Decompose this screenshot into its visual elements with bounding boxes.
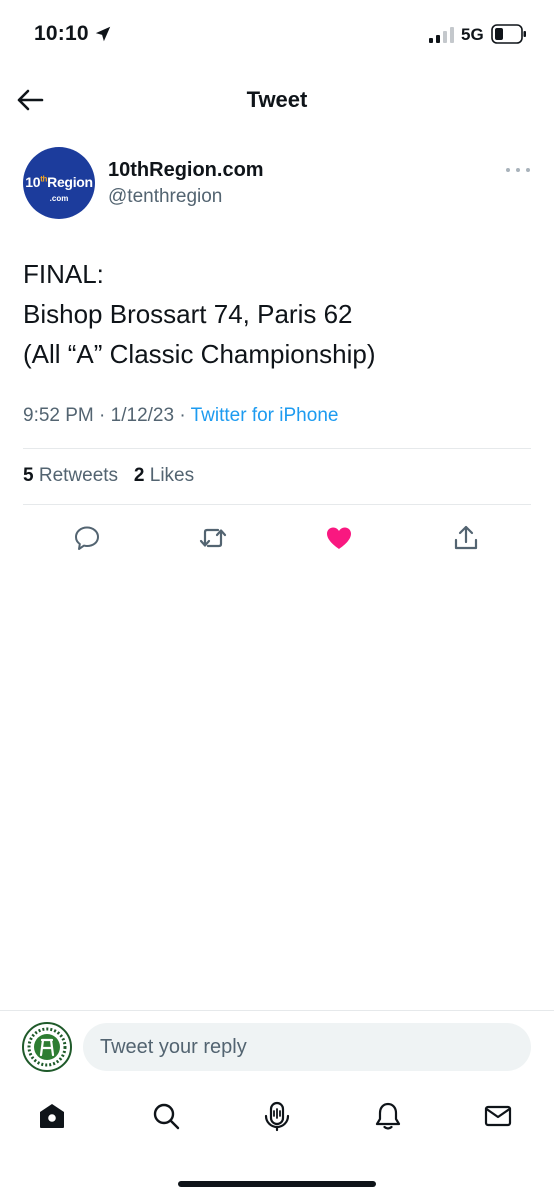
more-dot-icon (526, 168, 530, 172)
more-options-button[interactable] (506, 163, 530, 177)
tweet-text: FINAL: Bishop Brossart 74, Paris 62 (All… (23, 254, 533, 374)
tab-home[interactable] (32, 1096, 72, 1136)
microphone-icon (264, 1101, 290, 1132)
user-avatar[interactable] (22, 1022, 72, 1072)
likes-stat[interactable]: 2 Likes (134, 465, 194, 486)
tab-messages[interactable] (478, 1096, 518, 1136)
retweets-count: 5 (23, 465, 34, 486)
author-name[interactable]: 10thRegion.com (108, 159, 264, 182)
more-dot-icon (506, 168, 510, 172)
tweet-date: 1/12/23 (110, 405, 175, 426)
likes-label: Likes (149, 465, 195, 486)
status-bar: 10:10 5G (0, 0, 554, 72)
tweet-line: FINAL: (23, 259, 104, 289)
divider (23, 448, 531, 449)
tweet-time: 9:52 PM (23, 405, 94, 426)
signal-icon (429, 27, 454, 43)
engagement-stats: 5 Retweets 2 Likes (23, 465, 194, 487)
reply-button[interactable] (67, 518, 107, 558)
barstool-logo-icon (27, 1027, 67, 1067)
retweets-label: Retweets (38, 465, 119, 486)
tweet-line: (All “A” Classic Championship) (23, 339, 376, 369)
avatar-logo-sub: .com (49, 194, 69, 203)
tab-notifications[interactable] (368, 1096, 408, 1136)
network-label: 5G (461, 25, 484, 44)
home-indicator[interactable] (178, 1181, 376, 1187)
reply-divider (0, 1010, 554, 1011)
mail-icon (484, 1105, 512, 1127)
page-title: Tweet (246, 87, 308, 112)
top-nav-bar: Tweet (0, 72, 554, 128)
tweet-actions (0, 518, 554, 558)
likes-count: 2 (133, 465, 145, 486)
status-time: 10:10 (34, 22, 89, 45)
more-dot-icon (516, 168, 520, 172)
tweet-source-link[interactable]: Twitter for iPhone (191, 405, 339, 426)
home-icon (40, 1104, 64, 1128)
bell-icon (375, 1102, 401, 1130)
meta-separator: · (99, 405, 111, 426)
retweet-icon (199, 528, 227, 548)
chat-bubble-icon (75, 526, 99, 550)
reply-input[interactable] (83, 1023, 531, 1071)
meta-separator: · (179, 405, 191, 426)
search-icon (153, 1103, 180, 1130)
tweet-detail-screen: 10:10 5G Tweet 10thRegion .com 10thRegio (0, 0, 554, 1200)
share-button[interactable] (446, 518, 486, 558)
divider (23, 504, 531, 505)
tweet-meta: 9:52 PM · 1/12/23 · Twitter for iPhone (23, 405, 338, 427)
share-icon (454, 525, 478, 550)
retweet-button[interactable] (193, 518, 233, 558)
retweets-stat[interactable]: 5 Retweets (23, 465, 118, 486)
location-arrow-icon (95, 26, 111, 42)
like-button[interactable] (319, 518, 359, 558)
author-handle[interactable]: @tenthregion (108, 186, 222, 208)
heart-filled-icon (327, 527, 351, 549)
battery-icon (491, 24, 526, 44)
tweet-line: Bishop Brossart 74, Paris 62 (23, 299, 353, 329)
bottom-tab-bar (0, 1090, 554, 1146)
tab-spaces[interactable] (257, 1096, 297, 1136)
avatar-logo-text: 10thRegion (25, 174, 93, 190)
author-avatar[interactable]: 10thRegion .com (23, 147, 95, 219)
tab-search[interactable] (146, 1096, 186, 1136)
